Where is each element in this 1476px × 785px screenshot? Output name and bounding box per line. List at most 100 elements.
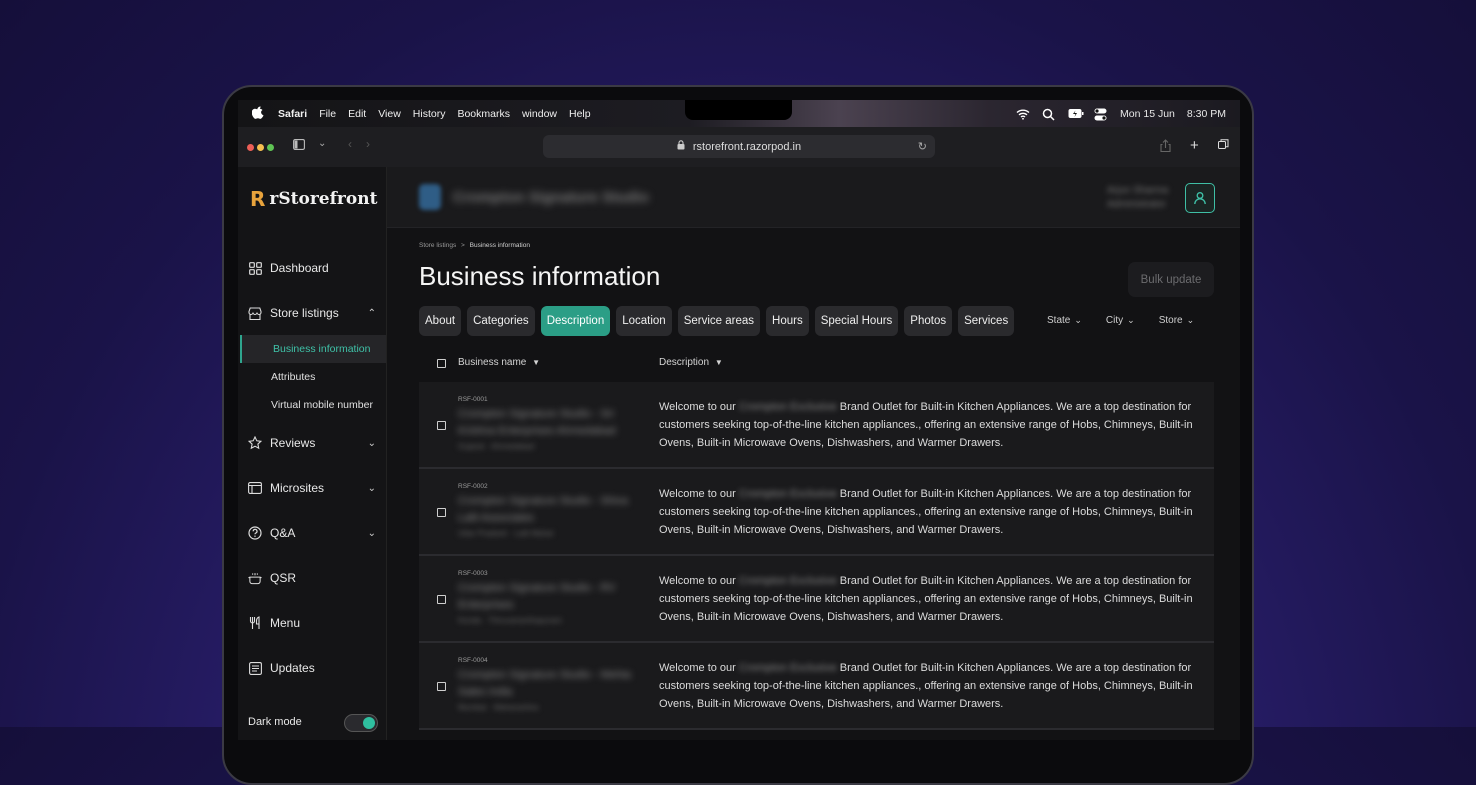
sidebar-label-store-listings: Store listings: [270, 306, 339, 320]
address-bar[interactable]: rstorefront.razorpod.in ↻: [543, 135, 935, 158]
sidebar-label-microsites: Microsites: [270, 481, 325, 495]
menu-help[interactable]: Help: [569, 108, 591, 120]
sidebar-item-dashboard[interactable]: Dashboard: [248, 261, 329, 275]
column-description[interactable]: Description ▼: [659, 357, 723, 368]
chevron-down-icon[interactable]: ⌄: [368, 483, 376, 494]
menu-edit[interactable]: Edit: [348, 108, 366, 120]
breadcrumb-separator: >: [461, 242, 465, 249]
user-info: Arjun Sharma Administrator: [1107, 184, 1168, 212]
row-business-name[interactable]: Crompton Signature Studio - RV Enterpris…: [458, 580, 638, 614]
menu-history[interactable]: History: [413, 108, 446, 120]
sidebar-label-business-information: Business information: [273, 343, 371, 355]
dark-mode-toggle[interactable]: [344, 714, 378, 732]
sidebar-item-microsites[interactable]: Microsites ⌄: [248, 481, 376, 495]
row-description[interactable]: Welcome to our Crompton Exclusive Brand …: [659, 572, 1214, 626]
menu-window[interactable]: window: [522, 108, 557, 120]
chevron-down-icon: ⌄: [1186, 315, 1195, 325]
screen: Safari File Edit View History Bookmarks …: [238, 100, 1240, 740]
menubar-date[interactable]: Mon 15 Jun: [1120, 108, 1175, 120]
new-tab-plus-icon[interactable]: +: [1190, 137, 1199, 154]
url-text[interactable]: rstorefront.razorpod.in: [693, 141, 801, 153]
store-name[interactable]: Crompton Signature Studio: [453, 189, 649, 206]
tab-services[interactable]: Services: [958, 306, 1015, 336]
apple-icon[interactable]: [251, 105, 264, 122]
sidebar-item-qsr[interactable]: QSR: [248, 571, 296, 585]
sidebar-item-virtual-mobile-number[interactable]: Virtual mobile number: [240, 391, 386, 419]
menu-file[interactable]: File: [319, 108, 336, 120]
row-description[interactable]: Welcome to our Crompton Exclusive Brand …: [659, 659, 1214, 713]
tab-special-hours[interactable]: Special Hours: [814, 306, 899, 336]
state-filter[interactable]: State ⌄: [1047, 315, 1082, 326]
sidebar-label-attributes: Attributes: [271, 371, 316, 383]
row-business-name[interactable]: Crompton Signature Studio - Shiva Lalit …: [458, 493, 638, 527]
column-business-name[interactable]: Business name ▼: [458, 357, 540, 368]
menu-view[interactable]: View: [378, 108, 401, 120]
sidebar-item-attributes[interactable]: Attributes: [240, 363, 386, 391]
top-header: Crompton Signature Studio Arjun Sharma A…: [387, 167, 1240, 228]
row-checkbox[interactable]: [437, 421, 446, 430]
user-profile-button[interactable]: [1185, 183, 1215, 213]
row-business-name[interactable]: Crompton Signature Studio - Sri Krishna …: [458, 406, 638, 440]
tab-overview-icon[interactable]: [1218, 139, 1229, 153]
wifi-icon[interactable]: [1016, 108, 1030, 120]
bulk-update-button[interactable]: Bulk update: [1128, 262, 1214, 297]
table-row[interactable]: RSF-0001 Crompton Signature Studio - Sri…: [419, 382, 1214, 469]
row-business-name[interactable]: Crompton Signature Studio - Mehta Sales …: [458, 667, 638, 701]
close-window-button[interactable]: [247, 144, 254, 151]
sidebar-toggle-icon[interactable]: [293, 139, 305, 153]
zoom-window-button[interactable]: [267, 144, 274, 151]
tab-hours[interactable]: Hours: [766, 306, 809, 336]
battery-icon[interactable]: [1068, 108, 1084, 120]
row-description[interactable]: Welcome to our Crompton Exclusive Brand …: [659, 398, 1214, 452]
row-checkbox[interactable]: [437, 595, 446, 604]
chevron-down-icon[interactable]: ⌄: [368, 438, 376, 449]
sidebar-label-menu: Menu: [270, 616, 301, 630]
sidebar-item-store-listings[interactable]: Store listings ⌃: [248, 306, 376, 320]
store-avatar[interactable]: [419, 184, 441, 210]
sidebar-label-virtual-mobile-number: Virtual mobile number: [271, 399, 373, 411]
minimize-window-button[interactable]: [257, 144, 264, 151]
back-arrow-icon[interactable]: ‹: [348, 137, 352, 151]
row-checkbox[interactable]: [437, 682, 446, 691]
menu-app-name[interactable]: Safari: [278, 108, 307, 120]
question-circle-icon: [248, 526, 262, 540]
tab-photos[interactable]: Photos: [904, 306, 953, 336]
sidebar-item-qa[interactable]: Q&A ⌄: [248, 526, 376, 540]
forward-arrow-icon[interactable]: ›: [366, 137, 370, 151]
sidebar-item-menu[interactable]: Menu: [248, 616, 300, 630]
city-filter[interactable]: City ⌄: [1106, 315, 1135, 326]
row-checkbox[interactable]: [437, 508, 446, 517]
tab-categories[interactable]: Categories: [467, 306, 535, 336]
tab-service-areas[interactable]: Service areas: [677, 306, 761, 336]
menubar-time[interactable]: 8:30 PM: [1187, 108, 1226, 120]
control-center-icon[interactable]: [1094, 108, 1108, 120]
row-description[interactable]: Welcome to our Crompton Exclusive Brand …: [659, 485, 1214, 539]
sidebar-item-business-information[interactable]: Business information: [240, 335, 386, 363]
fork-knife-icon: [248, 616, 262, 630]
chevron-up-icon[interactable]: ⌃: [368, 308, 376, 319]
column-description-label: Description: [659, 357, 710, 368]
sidebar-item-reviews[interactable]: Reviews ⌄: [248, 436, 376, 450]
select-all-checkbox[interactable]: [437, 359, 446, 368]
table-row[interactable]: RSF-0003 Crompton Signature Studio - RV …: [419, 556, 1214, 643]
row-id: RSF-0002: [458, 483, 488, 490]
breadcrumb-root[interactable]: Store listings: [419, 242, 456, 249]
table-row[interactable]: RSF-0004 Crompton Signature Studio - Meh…: [419, 643, 1214, 730]
menu-bookmarks[interactable]: Bookmarks: [457, 108, 510, 120]
chevron-down-icon: ⌄: [1127, 315, 1135, 325]
store-filter[interactable]: Store ⌄: [1159, 315, 1194, 326]
row-location: Uttar Pradesh · Lalit Mahal: [458, 529, 554, 538]
sidebar-item-updates[interactable]: Updates: [248, 661, 315, 675]
section-tabs: About Categories Description Location Se…: [419, 306, 1023, 336]
tab-about[interactable]: About: [419, 306, 462, 336]
brand-logo[interactable]: R rStorefront: [250, 187, 377, 211]
table-row[interactable]: RSF-0002 Crompton Signature Studio - Shi…: [419, 469, 1214, 556]
reload-icon[interactable]: ↻: [918, 140, 927, 153]
chevron-down-icon[interactable]: ⌄: [368, 528, 376, 539]
share-icon[interactable]: [1160, 139, 1171, 155]
spotlight-search-icon[interactable]: [1042, 108, 1056, 121]
tab-group-chevron-icon[interactable]: ⌄: [318, 138, 326, 149]
menubar-status-area: Mon 15 Jun 8:30 PM: [1016, 100, 1226, 127]
tab-location[interactable]: Location: [616, 306, 672, 336]
tab-description[interactable]: Description: [540, 306, 611, 336]
